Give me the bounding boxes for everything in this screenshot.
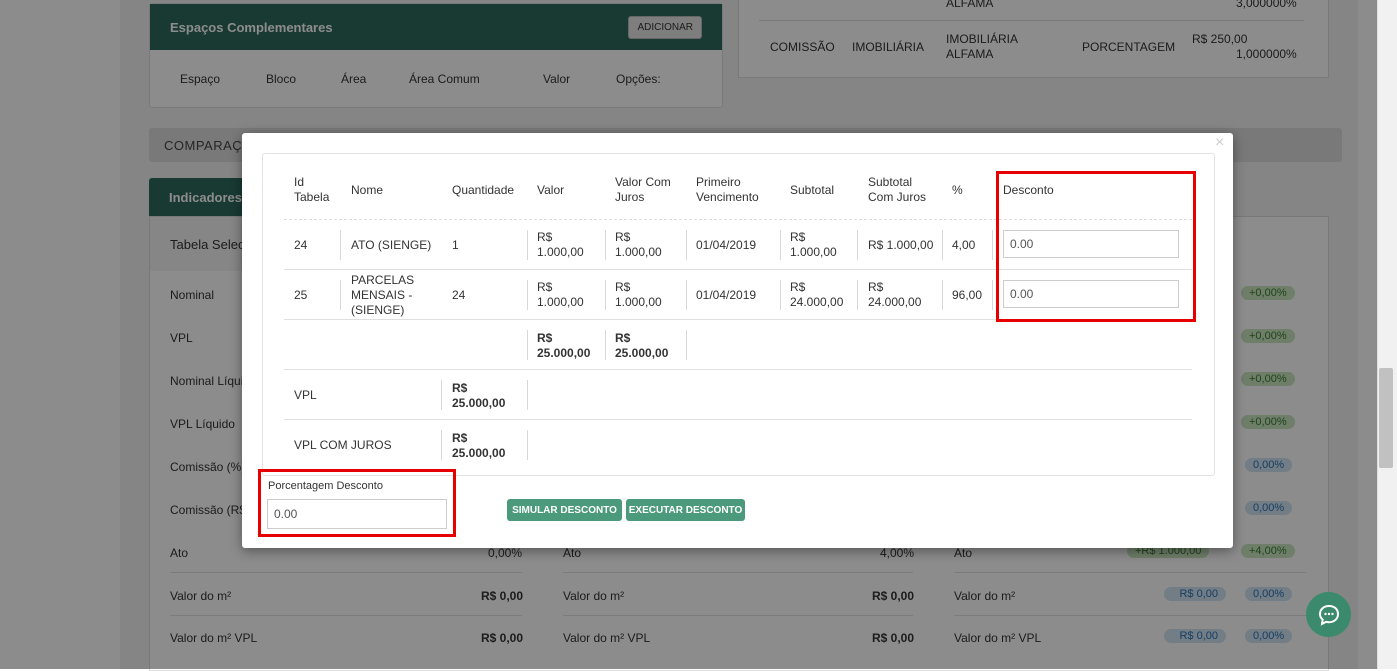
row1-subtotal-juros: R$ 1.000,00 [868, 238, 934, 252]
row1-quantidade: 1 [452, 238, 459, 252]
vpl-juros-label: VPL COM JUROS [294, 438, 392, 452]
row1-pct: 4,00 [952, 238, 976, 252]
th-primeiro-vencimento: Primeiro Vencimento [696, 175, 759, 204]
th-subtotal-com-juros: Subtotal Com Juros [868, 175, 927, 204]
row2-subtotal: R$ 24.000,00 [790, 280, 844, 309]
row2-nome: PARCELAS MENSAIS - (SIENGE) [351, 273, 415, 317]
page-scrollbar[interactable] [1377, 0, 1397, 669]
desconto-column-highlight [996, 171, 1196, 322]
chat-button[interactable] [1306, 592, 1351, 637]
vpl-label: VPL [294, 388, 317, 402]
porcentagem-desconto-highlight [258, 469, 456, 537]
row2-id: 25 [294, 288, 308, 302]
th-valor-com-juros: Valor Com Juros [615, 175, 671, 204]
total-valor-juros: R$ 25.000,00 [615, 331, 669, 360]
row2-quantidade: 24 [452, 288, 466, 302]
row1-subtotal: R$ 1.000,00 [790, 230, 837, 259]
vpl-juros-value: R$ 25.000,00 [452, 431, 506, 460]
row2-subtotal-juros: R$ 24.000,00 [868, 280, 922, 309]
scrollbar-thumb[interactable] [1379, 368, 1393, 468]
executar-desconto-button[interactable]: EXECUTAR DESCONTO [626, 499, 745, 521]
row1-valor-juros: R$ 1.000,00 [615, 230, 662, 259]
row2-vencimento: 01/04/2019 [696, 288, 757, 302]
row1-id: 24 [294, 238, 308, 252]
th-nome: Nome [351, 183, 384, 197]
chat-bubble-icon [1318, 604, 1339, 626]
row1-valor: R$ 1.000,00 [537, 230, 584, 259]
th-pct: % [952, 183, 963, 197]
th-id-tabela: Id Tabela [294, 175, 330, 204]
th-quantidade: Quantidade [452, 183, 515, 197]
row1-vencimento: 01/04/2019 [696, 238, 757, 252]
th-valor: Valor [537, 183, 565, 197]
row1-nome: ATO (SIENGE) [351, 238, 432, 252]
row2-valor-juros: R$ 1.000,00 [615, 280, 662, 309]
vpl-value: R$ 25.000,00 [452, 381, 506, 410]
simular-desconto-button[interactable]: SIMULAR DESCONTO [507, 499, 622, 521]
close-icon[interactable]: × [1215, 134, 1224, 152]
row2-valor: R$ 1.000,00 [537, 280, 584, 309]
total-valor: R$ 25.000,00 [537, 331, 591, 360]
row2-pct: 96,00 [952, 288, 983, 302]
th-subtotal: Subtotal [790, 183, 835, 197]
